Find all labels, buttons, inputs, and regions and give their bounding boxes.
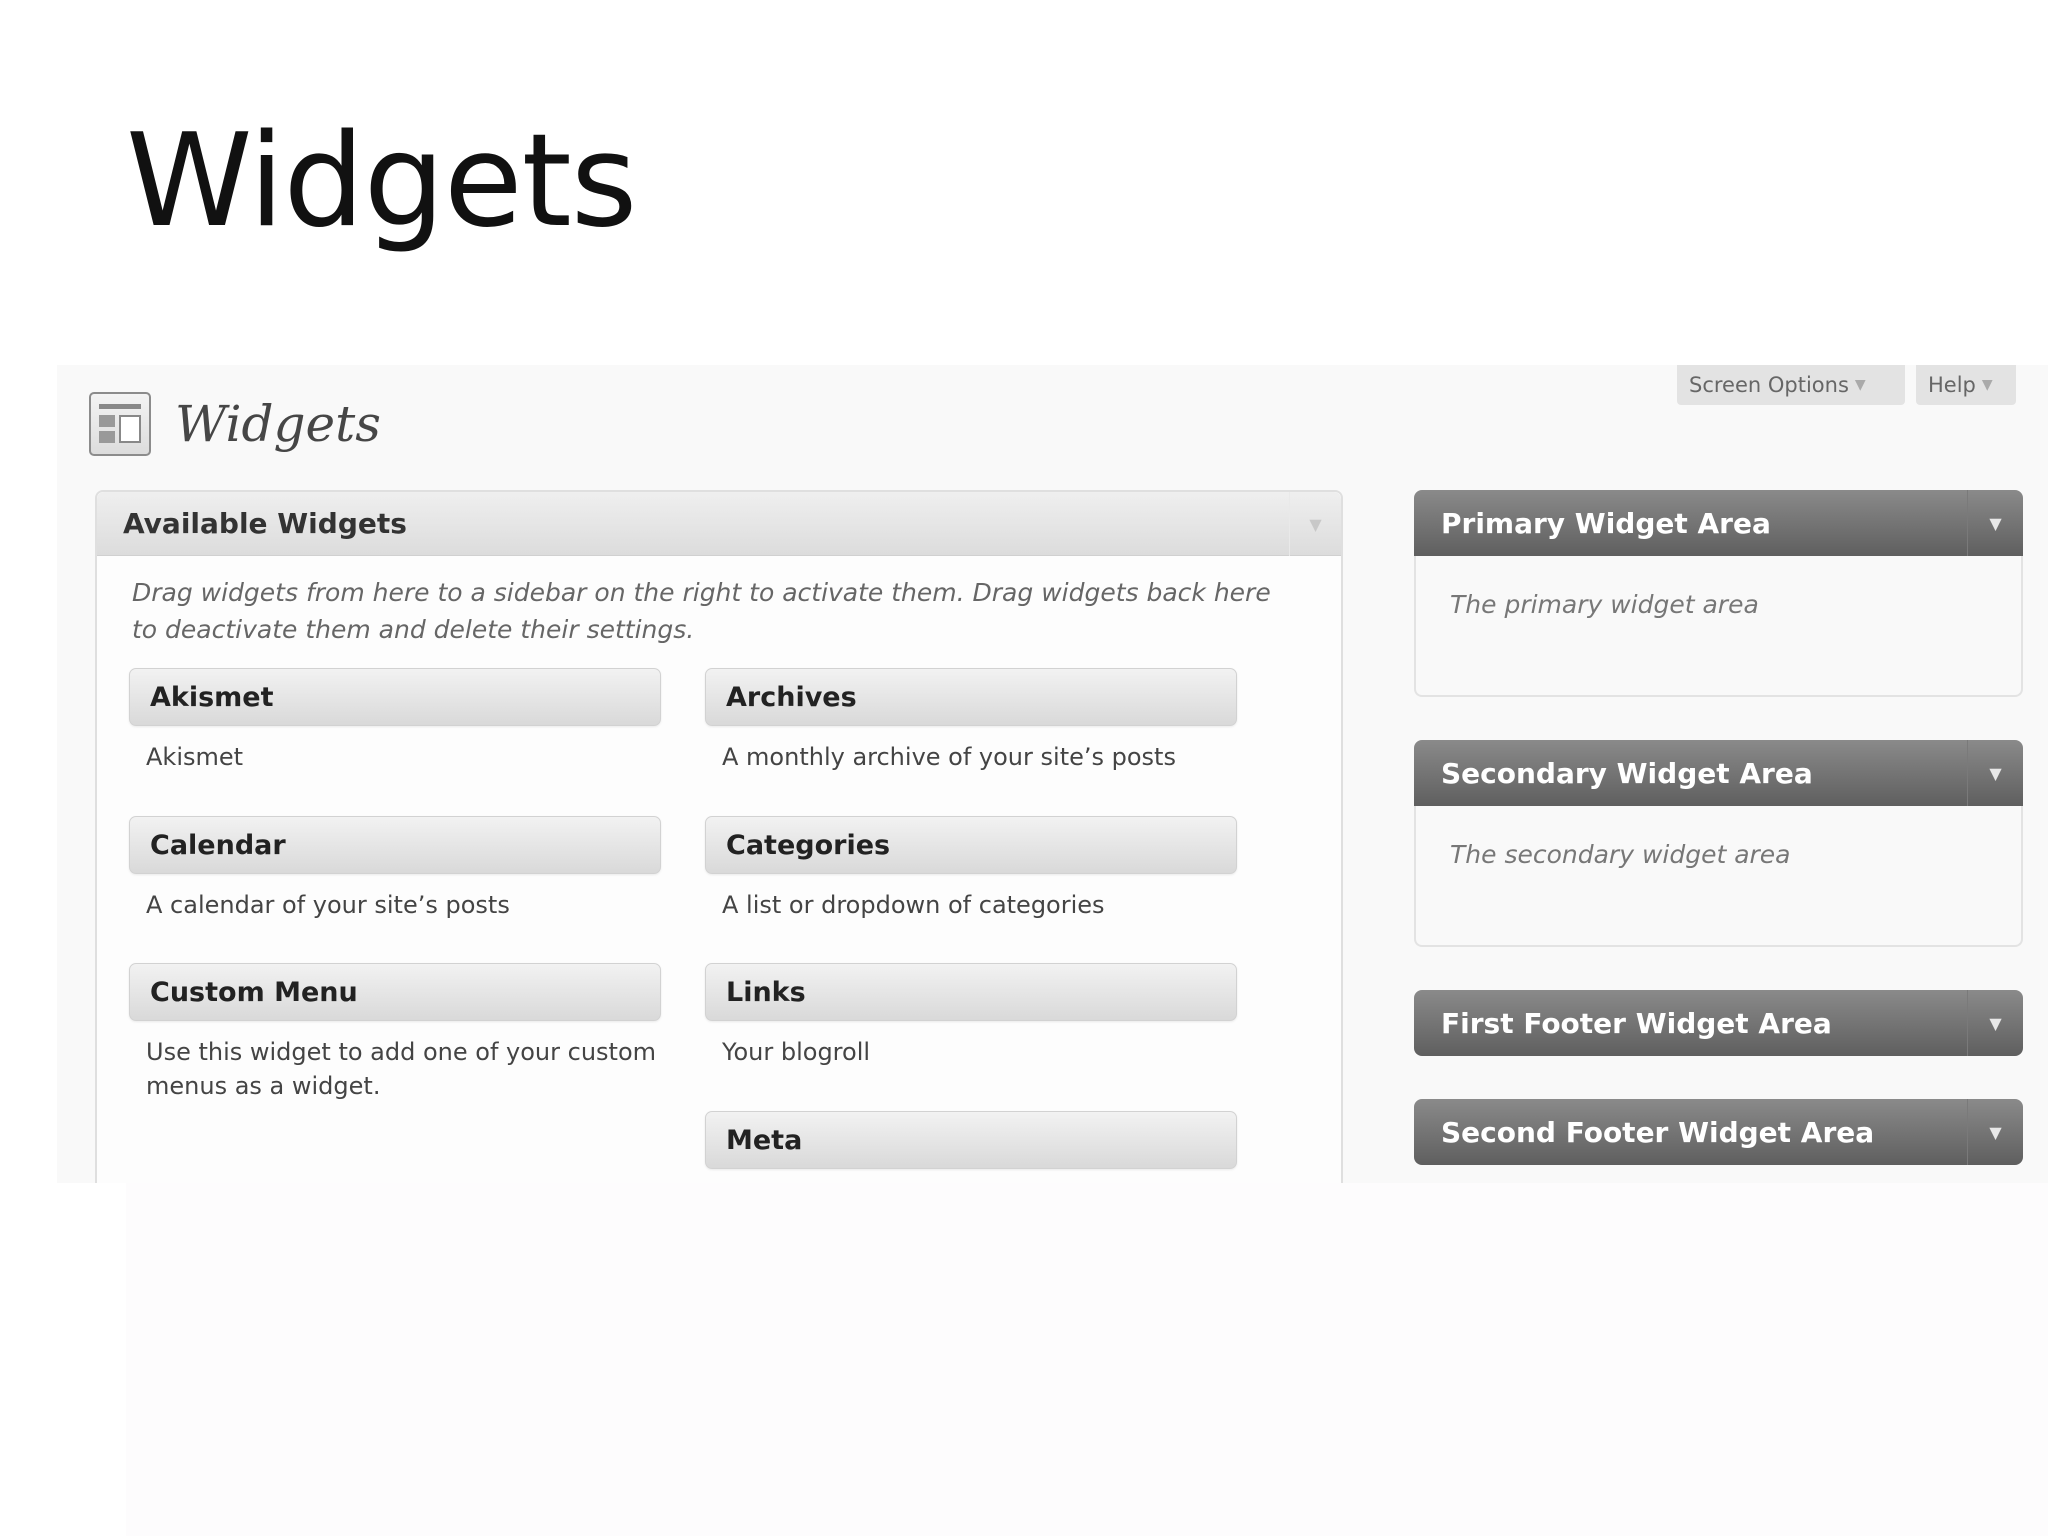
sidebar-header[interactable]: First Footer Widget Area ▼: [1414, 990, 2023, 1056]
widget-title[interactable]: Archives: [705, 668, 1237, 726]
widget-description: Akismet: [146, 743, 244, 771]
chevron-down-icon: ▼: [1981, 377, 1993, 393]
sidebar-title: First Footer Widget Area: [1441, 1006, 1832, 1040]
widget-title[interactable]: Categories: [705, 816, 1237, 874]
widget-description: A list or dropdown of categories: [722, 891, 1105, 919]
sidebar-primary-widget-area[interactable]: Primary Widget Area ▼ The primary widget…: [1414, 490, 2023, 697]
available-widgets-description: Drag widgets from here to a sidebar on t…: [132, 578, 1271, 644]
widget-links[interactable]: Links Your blogroll: [705, 963, 1237, 1069]
sidebar-first-footer-widget-area[interactable]: First Footer Widget Area ▼: [1414, 990, 2023, 1056]
widget-calendar[interactable]: Calendar A calendar of your site’s posts: [129, 816, 661, 922]
available-widgets-title: Available Widgets: [123, 507, 407, 540]
screen-options-label: Screen Options: [1689, 373, 1849, 397]
widget-title[interactable]: Calendar: [129, 816, 661, 874]
screen-options-button[interactable]: Screen Options ▼: [1677, 365, 1905, 405]
help-button[interactable]: Help ▼: [1916, 365, 2016, 405]
available-widgets-header[interactable]: Available Widgets ▼: [97, 492, 1341, 556]
widget-description: A calendar of your site’s posts: [146, 891, 510, 919]
slide-background-panel: [126, 1183, 2048, 1536]
widget-archives[interactable]: Archives A monthly archive of your site’…: [705, 668, 1237, 774]
widget-meta[interactable]: Meta: [705, 1111, 1237, 1169]
widget-description: Use this widget to add one of your custo…: [146, 1038, 657, 1100]
sidebar-second-footer-widget-area[interactable]: Second Footer Widget Area ▼: [1414, 1099, 2023, 1165]
sidebar-header[interactable]: Second Footer Widget Area ▼: [1414, 1099, 2023, 1165]
sidebar-header[interactable]: Secondary Widget Area ▼: [1414, 740, 2023, 806]
sidebar-description: The secondary widget area: [1414, 806, 2023, 947]
widget-title[interactable]: Akismet: [129, 668, 661, 726]
chevron-down-icon: ▼: [1854, 377, 1866, 393]
sidebar-secondary-widget-area[interactable]: Secondary Widget Area ▼ The secondary wi…: [1414, 740, 2023, 947]
widget-description: A monthly archive of your site’s posts: [722, 743, 1176, 771]
widgets-page-icon: [89, 392, 151, 456]
available-widgets-panel: Available Widgets ▼ Drag widgets from he…: [95, 490, 1343, 1183]
sidebar-title: Primary Widget Area: [1441, 506, 1771, 540]
widget-categories[interactable]: Categories A list or dropdown of categor…: [705, 816, 1237, 922]
widget-title[interactable]: Meta: [705, 1111, 1237, 1169]
sidebar-description: The primary widget area: [1414, 556, 2023, 697]
widget-akismet[interactable]: Akismet Akismet: [129, 668, 661, 774]
help-label: Help: [1928, 373, 1976, 397]
widget-description: Your blogroll: [722, 1038, 871, 1066]
widget-title[interactable]: Links: [705, 963, 1237, 1021]
sidebar-title: Secondary Widget Area: [1441, 756, 1813, 790]
triangle-down-icon[interactable]: ▼: [1967, 990, 2023, 1056]
triangle-down-icon[interactable]: ▼: [1967, 740, 2023, 806]
sidebar-header[interactable]: Primary Widget Area ▼: [1414, 490, 2023, 556]
triangle-down-icon[interactable]: ▼: [1967, 1099, 2023, 1165]
panel-toggle-icon[interactable]: ▼: [1289, 492, 1341, 556]
triangle-down-icon[interactable]: ▼: [1967, 490, 2023, 556]
widget-custom-menu[interactable]: Custom Menu Use this widget to add one o…: [129, 963, 661, 1103]
slide-title: Widgets: [126, 107, 637, 256]
page-title: Widgets: [175, 395, 381, 453]
widget-title[interactable]: Custom Menu: [129, 963, 661, 1021]
widgets-admin-screen: Screen Options ▼ Help ▼ Widgets Availabl…: [57, 365, 2048, 1183]
sidebar-title: Second Footer Widget Area: [1441, 1115, 1875, 1149]
